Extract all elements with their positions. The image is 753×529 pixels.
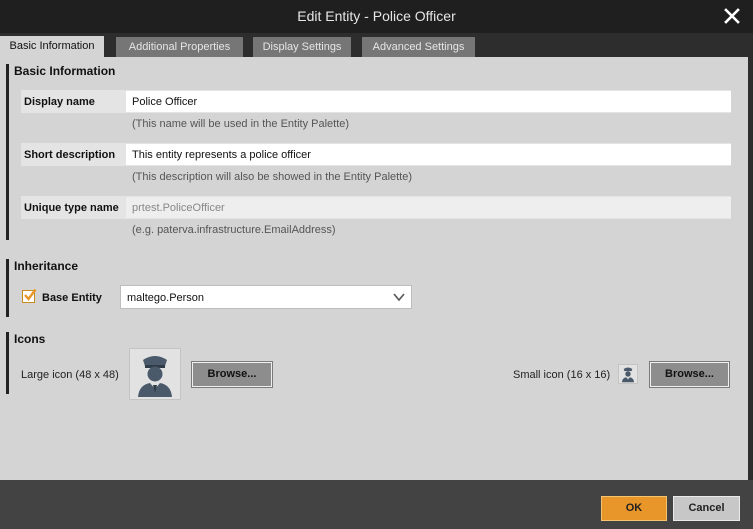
tab-basic-information[interactable]: Basic Information (0, 36, 104, 57)
small-icon-label: Small icon (16 x 16) (513, 369, 611, 381)
small-icon-preview (618, 364, 638, 384)
browse-large-icon-button[interactable]: Browse... (191, 361, 273, 388)
tab-display-settings[interactable]: Display Settings (253, 37, 351, 57)
cancel-button[interactable]: Cancel (673, 496, 740, 521)
short-description-field[interactable] (126, 144, 731, 165)
police-officer-icon (138, 356, 172, 397)
browse-small-icon-button[interactable]: Browse... (649, 361, 730, 388)
unique-type-name-field[interactable] (126, 197, 731, 218)
display-name-field[interactable] (126, 91, 731, 112)
section-marker-basic (6, 64, 9, 240)
large-icon-preview (129, 348, 181, 400)
ok-button[interactable]: OK (601, 496, 667, 521)
section-title-basic: Basic Information (14, 64, 116, 78)
short-description-hint: (This description will also be showed in… (132, 171, 413, 183)
base-entity-select[interactable]: maltego.Person (120, 285, 412, 309)
section-marker-icons (6, 332, 9, 394)
close-icon[interactable] (722, 6, 742, 26)
title-bar: Edit Entity - Police Officer (0, 0, 753, 33)
short-description-row: Short description (21, 143, 731, 166)
unique-type-name-hint: (e.g. paterva.infrastructure.EmailAddres… (132, 224, 336, 236)
section-title-icons: Icons (14, 332, 46, 346)
section-marker-inheritance (6, 259, 9, 317)
checkmark-icon (24, 288, 37, 301)
display-name-row: Display name (21, 90, 731, 113)
tab-additional-properties[interactable]: Additional Properties (116, 37, 243, 57)
base-entity-value: maltego.Person (127, 292, 205, 304)
police-officer-icon (621, 367, 635, 383)
display-name-label: Display name (24, 96, 95, 108)
tab-bar: Basic Information Additional Properties … (0, 33, 753, 57)
large-icon-label: Large icon (48 x 48) (21, 369, 119, 381)
unique-type-name-row: Unique type name (21, 196, 731, 219)
content-panel (0, 57, 748, 480)
short-description-label: Short description (24, 149, 116, 161)
unique-type-name-label: Unique type name (24, 202, 119, 214)
base-entity-checkbox[interactable] (22, 288, 37, 303)
tab-advanced-settings[interactable]: Advanced Settings (362, 37, 475, 57)
section-title-inheritance: Inheritance (14, 259, 79, 273)
display-name-hint: (This name will be used in the Entity Pa… (132, 118, 350, 130)
base-entity-label: Base Entity (42, 292, 102, 304)
window-title: Edit Entity - Police Officer (297, 8, 456, 24)
window-right-edge (748, 33, 753, 480)
chevron-down-icon (393, 293, 405, 302)
